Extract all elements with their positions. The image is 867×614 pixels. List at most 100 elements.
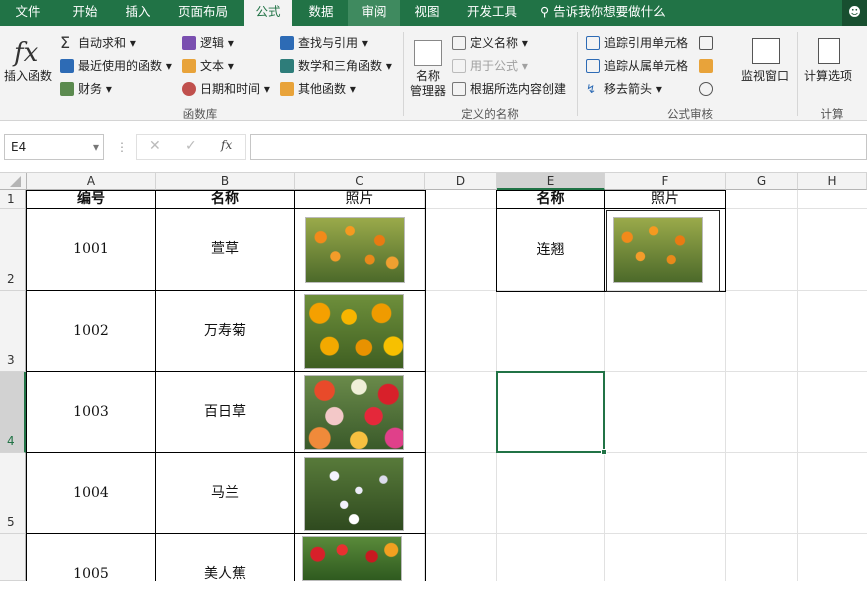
- row-header-selected[interactable]: 4: [0, 372, 26, 453]
- lookup-value-cell[interactable]: 连翘: [497, 209, 604, 291]
- group-label-audit: 公式审核: [667, 107, 713, 121]
- create-from-selection-button[interactable]: 根据所选内容创建: [470, 79, 566, 99]
- tab-data[interactable]: 数据: [294, 0, 348, 26]
- math-button[interactable]: 数学和三角函数 ▾: [298, 56, 392, 76]
- worksheet-grid[interactable]: A B C D E F G H 1 2 3 4 5 编号 名称 照片 名称 照片…: [0, 173, 867, 582]
- chevron-down-icon[interactable]: ▾: [93, 135, 99, 159]
- table-header-photo[interactable]: 照片: [295, 191, 424, 208]
- name-manager-label: 管理器: [410, 84, 447, 98]
- table-cell-id[interactable]: 1005: [27, 534, 155, 614]
- tab-insert[interactable]: 插入: [114, 0, 162, 26]
- tab-home[interactable]: 开始: [56, 0, 114, 26]
- tab-file[interactable]: 文件: [0, 0, 56, 26]
- clock-icon: [182, 82, 196, 96]
- photo-canna[interactable]: [302, 536, 402, 581]
- financial-icon: [60, 82, 74, 96]
- more-functions-icon: [280, 82, 294, 96]
- logical-icon: [182, 36, 196, 50]
- name-box[interactable]: E4 ▾: [4, 134, 104, 160]
- table-cell-name[interactable]: 百日草: [156, 372, 294, 452]
- gridline: [797, 190, 798, 581]
- tab-formulas[interactable]: 公式: [244, 0, 292, 26]
- table-cell-name[interactable]: 萱草: [156, 209, 294, 290]
- group-label-library: 函数库: [182, 107, 218, 121]
- row-header[interactable]: 1: [0, 190, 26, 209]
- photo-zinnia[interactable]: [304, 375, 404, 450]
- fx-icon: fx: [14, 38, 39, 68]
- theta-icon: [280, 59, 294, 73]
- table-cell-id[interactable]: 1001: [27, 209, 155, 290]
- trace-dependents-icon: [586, 59, 600, 73]
- table-cell-name[interactable]: 万寿菊: [156, 291, 294, 371]
- logical-button[interactable]: 逻辑 ▾: [200, 33, 234, 53]
- row-header[interactable]: 2: [0, 209, 26, 291]
- more-icon: ⋮: [116, 140, 128, 154]
- tab-review[interactable]: 审阅: [348, 0, 400, 26]
- insert-function-icon[interactable]: fx: [221, 138, 232, 152]
- column-header[interactable]: G: [726, 173, 798, 190]
- sigma-icon: Σ: [60, 33, 71, 52]
- column-header-selected[interactable]: E: [497, 173, 605, 190]
- trace-precedents-button[interactable]: 追踪引用单元格: [604, 33, 688, 53]
- tab-developer[interactable]: 开发工具: [454, 0, 530, 26]
- table-border: [294, 190, 295, 581]
- lookup-header-photo[interactable]: 照片: [605, 191, 725, 208]
- star-icon: [60, 59, 74, 73]
- watch-window-icon: [752, 38, 780, 64]
- recent-functions-button[interactable]: 最近使用的函数 ▾: [78, 56, 172, 76]
- calculation-options-button[interactable]: 计算选项: [804, 66, 852, 86]
- show-formulas-icon[interactable]: [699, 36, 713, 50]
- column-header[interactable]: D: [425, 173, 497, 190]
- table-cell-name[interactable]: 马兰: [156, 453, 294, 533]
- column-header[interactable]: F: [605, 173, 726, 190]
- tab-view[interactable]: 视图: [400, 0, 454, 26]
- table-cell-id[interactable]: 1004: [27, 453, 155, 533]
- fill-handle[interactable]: [601, 449, 607, 455]
- table-header-name[interactable]: 名称: [156, 191, 294, 208]
- formula-input[interactable]: [250, 134, 867, 160]
- photo-aster[interactable]: [304, 457, 404, 531]
- group-label-calc: 计算: [820, 107, 844, 121]
- tell-me-box[interactable]: ⚲ 告诉我你想要做什么: [540, 0, 680, 26]
- autosum-button[interactable]: 自动求和 ▾: [78, 33, 136, 53]
- photo-marigold[interactable]: [304, 294, 404, 369]
- table-header-id[interactable]: 编号: [27, 191, 155, 208]
- cancel-icon[interactable]: ✕: [149, 138, 161, 154]
- tab-page-layout[interactable]: 页面布局: [162, 0, 244, 26]
- group-label-names: 定义的名称: [461, 107, 519, 121]
- column-header[interactable]: H: [798, 173, 867, 190]
- create-from-selection-icon: [452, 82, 466, 96]
- datetime-button[interactable]: 日期和时间 ▾: [200, 79, 270, 99]
- define-name-icon: [452, 36, 466, 50]
- select-all-button[interactable]: [0, 173, 27, 190]
- column-header[interactable]: C: [295, 173, 425, 190]
- more-functions-button[interactable]: 其他函数 ▾: [298, 79, 356, 99]
- table-cell-id[interactable]: 1002: [27, 291, 155, 371]
- text-button[interactable]: 文本 ▾: [200, 56, 234, 76]
- row-header[interactable]: 5: [0, 453, 26, 534]
- row-header[interactable]: 3: [0, 291, 26, 372]
- selected-cell[interactable]: [496, 371, 605, 453]
- lookup-button[interactable]: 查找与引用 ▾: [298, 33, 368, 53]
- evaluate-formula-icon[interactable]: [699, 82, 713, 96]
- column-header[interactable]: A: [27, 173, 156, 190]
- insert-function-button[interactable]: 插入函数: [4, 66, 52, 86]
- error-checking-icon[interactable]: [699, 59, 713, 73]
- calculator-icon: [818, 38, 840, 64]
- lookup-header-name[interactable]: 名称: [497, 191, 604, 208]
- photo-daylily[interactable]: [305, 217, 405, 283]
- define-name-button[interactable]: 定义名称 ▾: [470, 33, 528, 53]
- table-cell-id[interactable]: 1003: [27, 372, 155, 452]
- trace-dependents-button[interactable]: 追踪从属单元格: [604, 56, 688, 76]
- account-icon[interactable]: ☻: [842, 0, 867, 26]
- table-cell-name[interactable]: 美人蕉: [156, 534, 294, 614]
- ribbon-divider: [403, 32, 404, 116]
- financial-button[interactable]: 财务 ▾: [78, 79, 112, 99]
- remove-arrows-button[interactable]: 移去箭头 ▾: [604, 79, 662, 99]
- use-in-formula-button[interactable]: 用于公式 ▾: [470, 56, 528, 76]
- watch-window-button[interactable]: 监视窗口: [741, 66, 789, 86]
- row-header[interactable]: [0, 534, 26, 581]
- column-header[interactable]: B: [156, 173, 295, 190]
- ribbon-divider: [577, 32, 578, 116]
- enter-icon[interactable]: ✓: [185, 138, 197, 154]
